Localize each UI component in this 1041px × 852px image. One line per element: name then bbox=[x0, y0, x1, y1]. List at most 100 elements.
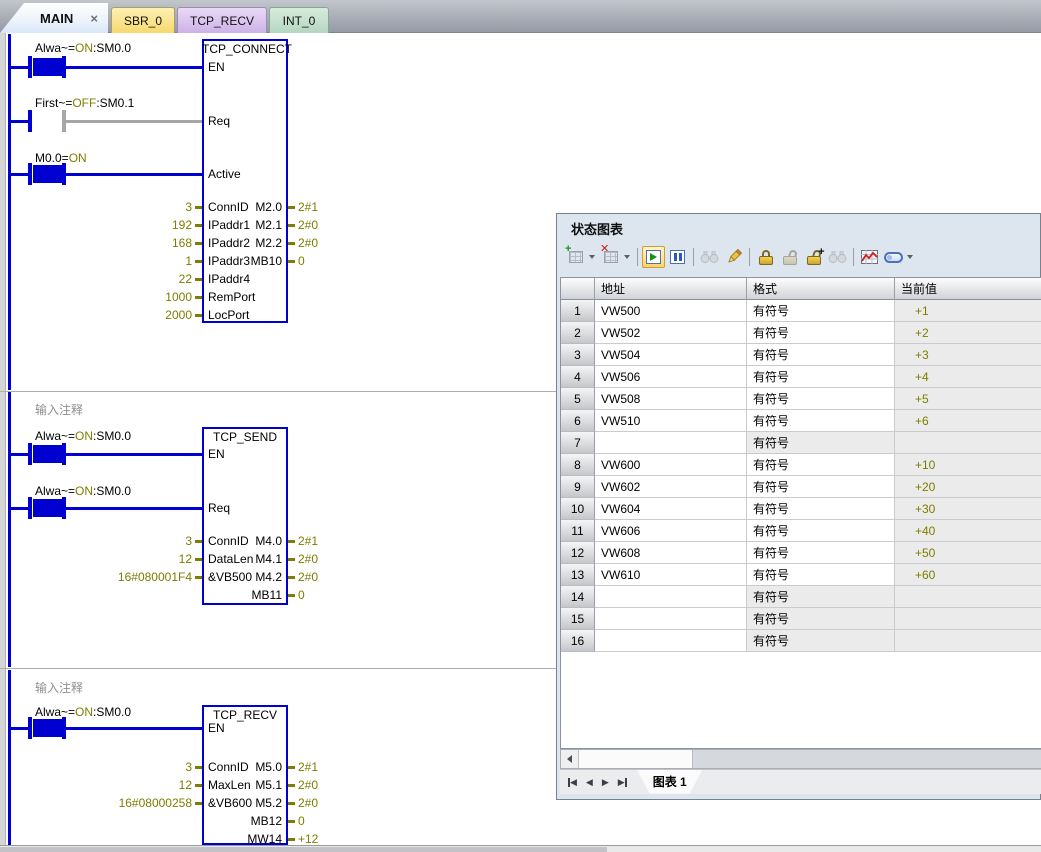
current-value-cell[interactable]: +50 bbox=[895, 542, 1041, 564]
contact-symbol[interactable] bbox=[28, 163, 32, 185]
force-button[interactable] bbox=[754, 246, 777, 268]
last-sheet-button[interactable]: ▶ bbox=[618, 777, 627, 788]
contact-operand-label[interactable]: M0.0=ON bbox=[35, 151, 87, 165]
address-cell[interactable] bbox=[595, 432, 747, 454]
format-cell[interactable]: 有符号 bbox=[747, 410, 895, 432]
pin-output-operand[interactable]: M2.2 bbox=[208, 236, 282, 250]
delete-row-button[interactable]: ✕ bbox=[599, 246, 622, 268]
contact-symbol[interactable] bbox=[28, 56, 32, 78]
read-forced-button[interactable] bbox=[826, 246, 849, 268]
row-number[interactable]: 9 bbox=[561, 476, 595, 498]
pin-output-operand[interactable]: M5.2 bbox=[208, 796, 282, 810]
chart-sheet-tab[interactable]: 图表 1 bbox=[637, 770, 703, 794]
contact-energized-fill[interactable] bbox=[33, 719, 62, 737]
address-cell[interactable]: VW606 bbox=[595, 520, 747, 542]
address-cell[interactable]: VW508 bbox=[595, 388, 747, 410]
current-value-cell[interactable]: +20 bbox=[895, 476, 1041, 498]
row-number[interactable]: 4 bbox=[561, 366, 595, 388]
address-display-dropdown-arrow-icon[interactable] bbox=[907, 255, 913, 259]
unforce-button[interactable] bbox=[778, 246, 801, 268]
format-cell[interactable]: 有符号 bbox=[747, 300, 895, 322]
row-number[interactable]: 8 bbox=[561, 454, 595, 476]
editor-horizontal-scrollbar[interactable] bbox=[0, 845, 1041, 852]
tab-int0[interactable]: INT_0 bbox=[269, 7, 329, 33]
current-value-cell[interactable] bbox=[895, 608, 1041, 630]
tab-tcp-recv[interactable]: TCP_RECV bbox=[177, 7, 267, 33]
format-cell[interactable]: 有符号 bbox=[747, 586, 895, 608]
tab-sbr0[interactable]: SBR_0 bbox=[111, 7, 175, 33]
pin-input-value[interactable]: 3 bbox=[50, 760, 192, 774]
current-value-cell[interactable]: +10 bbox=[895, 454, 1041, 476]
scroll-left-button[interactable] bbox=[561, 750, 579, 768]
contact-operand-label[interactable]: First~=OFF:SM0.1 bbox=[35, 96, 134, 110]
row-number[interactable]: 13 bbox=[561, 564, 595, 586]
format-cell[interactable]: 有符号 bbox=[747, 454, 895, 476]
address-cell[interactable]: VW506 bbox=[595, 366, 747, 388]
format-cell[interactable]: 有符号 bbox=[747, 366, 895, 388]
contact-operand-label[interactable]: Alwa~=ON:SM0.0 bbox=[35, 429, 131, 443]
pin-output-operand[interactable]: MB10 bbox=[208, 254, 282, 268]
format-cell[interactable]: 有符号 bbox=[747, 344, 895, 366]
prev-sheet-button[interactable]: ◀ bbox=[586, 777, 593, 788]
column-header-current-value[interactable]: 当前值 bbox=[895, 278, 1041, 300]
pin-input-value[interactable]: 16#080001F4 bbox=[50, 570, 192, 584]
pin-input-value[interactable]: 1000 bbox=[50, 290, 192, 304]
pin-input-value[interactable]: 3 bbox=[50, 200, 192, 214]
current-value-cell[interactable]: +5 bbox=[895, 388, 1041, 410]
row-number[interactable]: 3 bbox=[561, 344, 595, 366]
pin-input-value[interactable]: 16#08000258 bbox=[50, 796, 192, 810]
pin-input-value[interactable]: 2000 bbox=[50, 308, 192, 322]
format-cell[interactable]: 有符号 bbox=[747, 564, 895, 586]
row-number[interactable]: 14 bbox=[561, 586, 595, 608]
row-number[interactable]: 10 bbox=[561, 498, 595, 520]
current-value-cell[interactable]: +40 bbox=[895, 520, 1041, 542]
row-number[interactable]: 6 bbox=[561, 410, 595, 432]
address-cell[interactable]: VW608 bbox=[595, 542, 747, 564]
insert-row-dropdown-arrow-icon[interactable] bbox=[589, 255, 595, 259]
pin-output-operand[interactable]: MB11 bbox=[208, 588, 282, 602]
address-cell[interactable]: VW502 bbox=[595, 322, 747, 344]
contact-energized-fill[interactable] bbox=[33, 165, 62, 183]
format-cell[interactable]: 有符号 bbox=[747, 388, 895, 410]
network-comment[interactable]: 输入注释 bbox=[35, 679, 83, 696]
trend-view-button[interactable] bbox=[858, 246, 881, 268]
row-number[interactable]: 15 bbox=[561, 608, 595, 630]
contact-symbol[interactable] bbox=[28, 717, 32, 739]
current-value-cell[interactable]: +6 bbox=[895, 410, 1041, 432]
address-cell[interactable]: VW610 bbox=[595, 564, 747, 586]
row-number[interactable]: 16 bbox=[561, 630, 595, 652]
format-cell[interactable]: 有符号 bbox=[747, 322, 895, 344]
pin-output-operand[interactable]: M5.1 bbox=[208, 778, 282, 792]
row-number[interactable]: 1 bbox=[561, 300, 595, 322]
row-number[interactable]: 12 bbox=[561, 542, 595, 564]
row-number[interactable]: 2 bbox=[561, 322, 595, 344]
tab-main[interactable]: MAIN × bbox=[0, 3, 108, 33]
current-value-cell[interactable] bbox=[895, 630, 1041, 652]
contact-operand-label[interactable]: Alwa~=ON:SM0.0 bbox=[35, 705, 131, 719]
current-value-cell[interactable]: +1 bbox=[895, 300, 1041, 322]
pin-input-value[interactable]: 22 bbox=[50, 272, 192, 286]
current-value-cell[interactable]: +2 bbox=[895, 322, 1041, 344]
address-cell[interactable]: VW510 bbox=[595, 410, 747, 432]
current-value-cell[interactable]: +3 bbox=[895, 344, 1041, 366]
chart-hscroll-thumb[interactable] bbox=[579, 750, 693, 768]
contact-symbol[interactable] bbox=[28, 497, 32, 519]
format-cell[interactable]: 有符号 bbox=[747, 498, 895, 520]
column-header-address[interactable]: 地址 bbox=[595, 278, 747, 300]
current-value-cell[interactable]: +30 bbox=[895, 498, 1041, 520]
contact-symbol[interactable] bbox=[28, 443, 32, 465]
read-all-button[interactable] bbox=[698, 246, 721, 268]
row-number[interactable]: 11 bbox=[561, 520, 595, 542]
format-cell[interactable]: 有符号 bbox=[747, 432, 895, 454]
address-cell[interactable]: VW504 bbox=[595, 344, 747, 366]
pin-output-operand[interactable]: M5.0 bbox=[208, 760, 282, 774]
pin-output-operand[interactable]: M4.2 bbox=[208, 570, 282, 584]
current-value-cell[interactable] bbox=[895, 432, 1041, 454]
address-cell[interactable] bbox=[595, 586, 747, 608]
pin-input-value[interactable]: 168 bbox=[50, 236, 192, 250]
first-sheet-button[interactable]: ◀ bbox=[568, 777, 577, 788]
pin-input-value[interactable]: 1 bbox=[50, 254, 192, 268]
format-cell[interactable]: 有符号 bbox=[747, 608, 895, 630]
current-value-cell[interactable] bbox=[895, 586, 1041, 608]
address-cell[interactable] bbox=[595, 630, 747, 652]
